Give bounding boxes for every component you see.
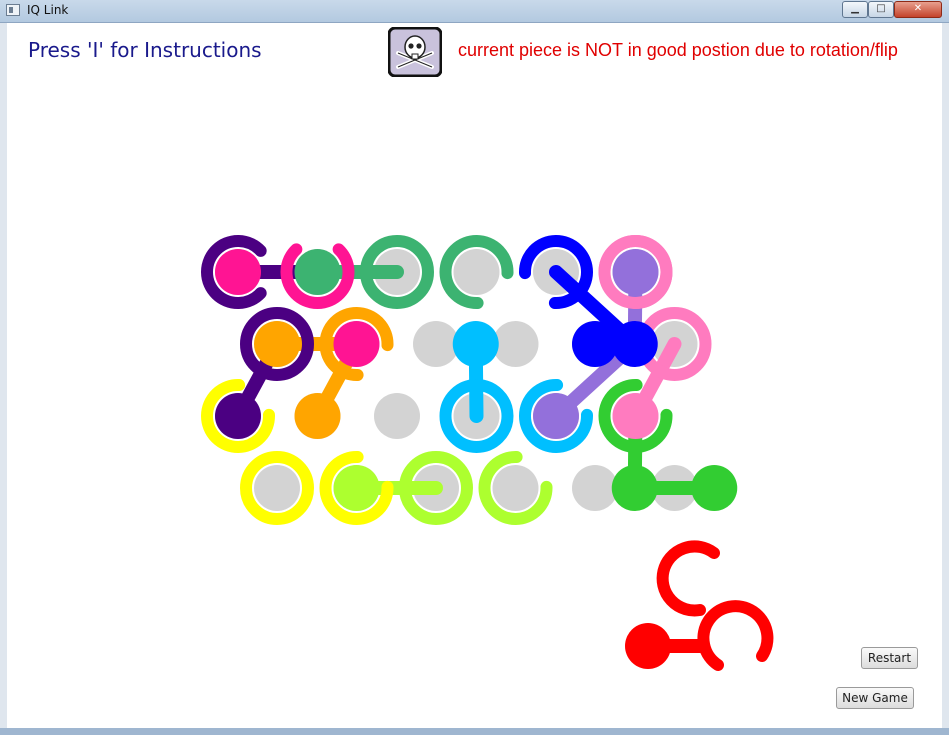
app-window: IQ Link ▁ □ ✕ Press 'I' for Instructions… [0,0,949,735]
new-game-button[interactable]: New Game [836,687,914,709]
piece-ball[interactable] [333,321,380,367]
restart-button[interactable]: Restart [861,647,918,669]
board-hole[interactable] [492,465,539,511]
piece-ball[interactable] [254,321,300,367]
piece-ball[interactable] [612,393,659,439]
piece-ball[interactable] [294,249,341,295]
taskbar [0,728,949,735]
piece-ball[interactable] [611,465,658,511]
piece-ball[interactable] [691,465,738,511]
piece-ball[interactable] [215,249,261,295]
board-hole[interactable] [413,321,459,367]
current-piece-ring[interactable] [697,600,774,671]
piece-ball[interactable] [612,249,659,295]
board-hole[interactable] [374,393,420,439]
current-piece-ball[interactable] [625,623,671,669]
board-hole[interactable] [453,249,500,295]
piece-ball[interactable] [333,465,380,511]
current-piece-ring[interactable] [656,540,720,617]
piece-ball[interactable] [572,321,618,367]
piece-ball[interactable] [452,321,499,367]
board-hole[interactable] [572,465,618,511]
piece-ball[interactable] [611,321,658,367]
piece-ball[interactable] [215,393,261,439]
piece-ball[interactable] [533,393,579,439]
skull-crossbones-icon [388,27,442,77]
board-hole[interactable] [492,321,539,367]
instructions-hint: Press 'I' for Instructions [28,38,262,62]
status-message: current piece is NOT in good postion due… [458,40,898,60]
piece-ball[interactable] [294,393,341,439]
game-board[interactable] [0,0,949,735]
board-hole[interactable] [254,465,300,511]
